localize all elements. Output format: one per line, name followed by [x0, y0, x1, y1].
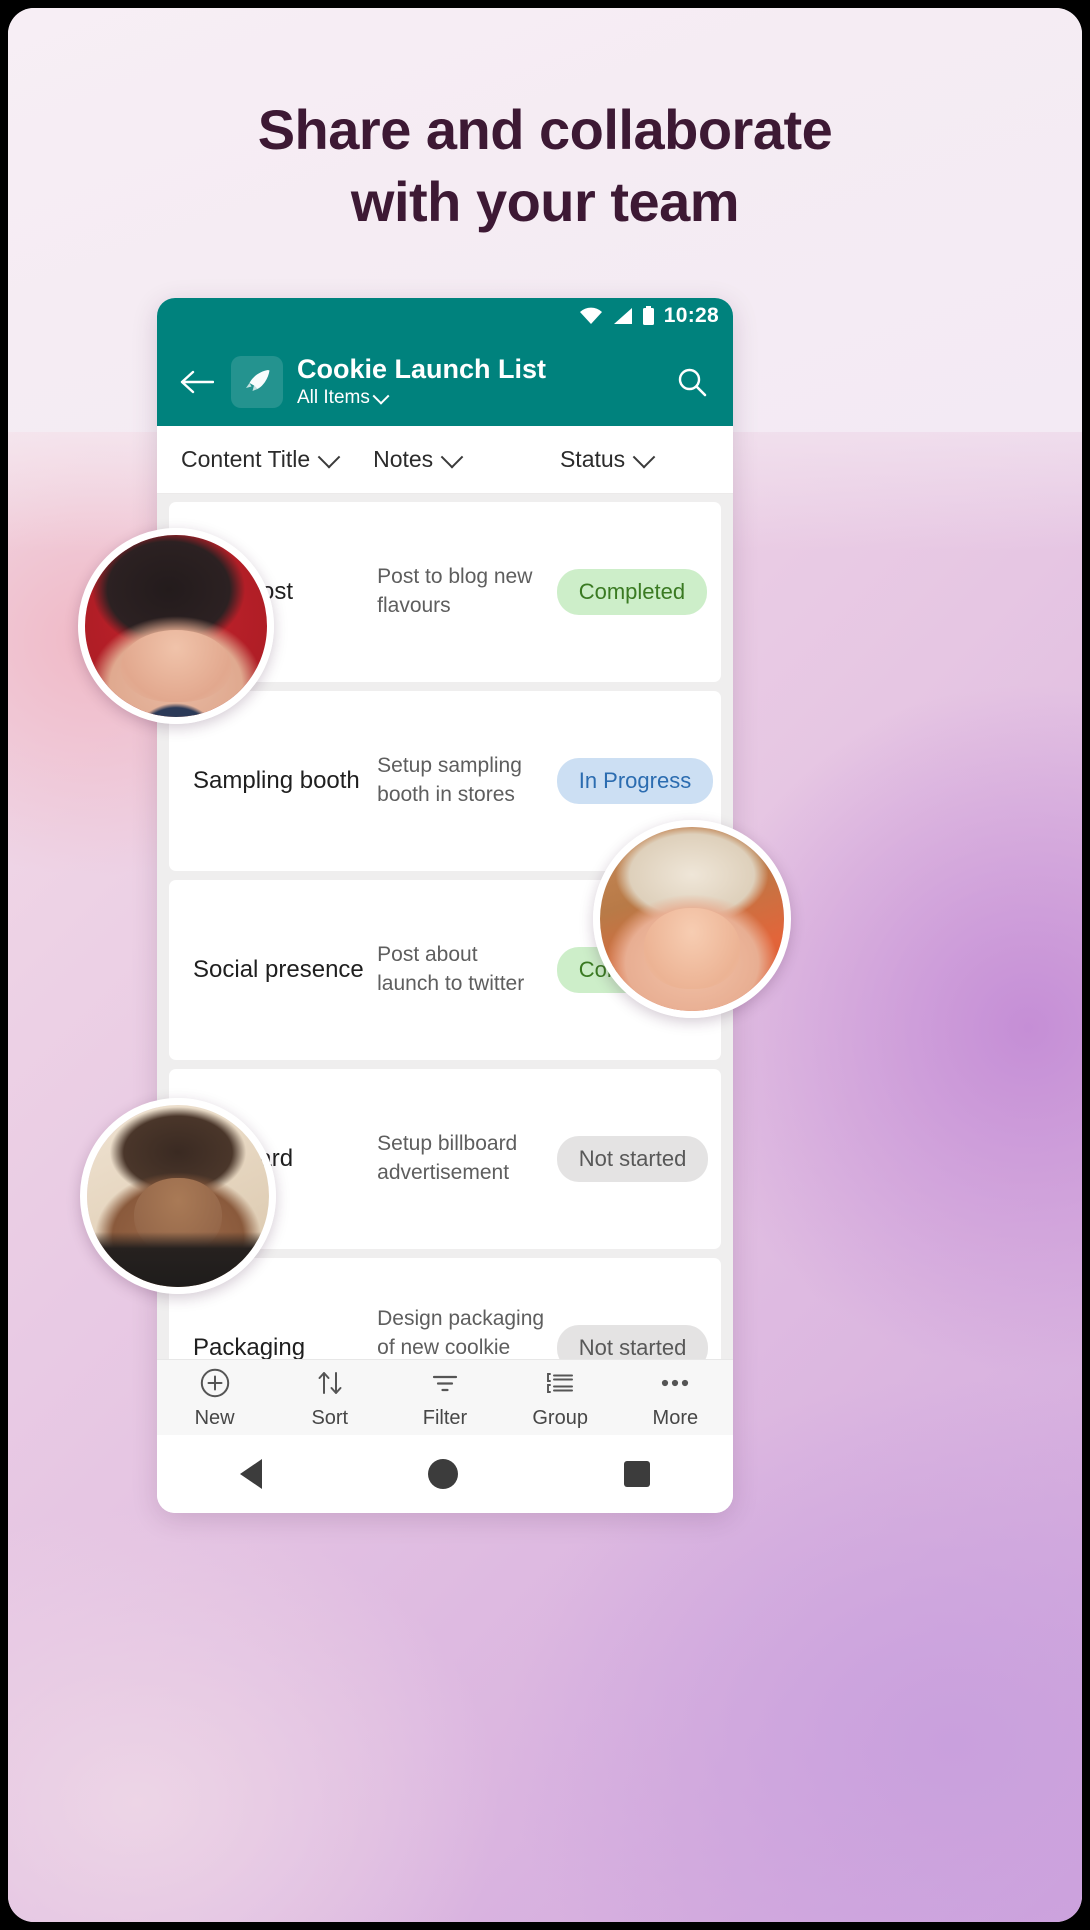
chevron-down-icon: [440, 445, 464, 468]
signal-icon: [612, 307, 633, 325]
cell-status: Not started: [556, 1136, 721, 1182]
status-bar: 10:28: [157, 298, 733, 334]
avatar-photo: [87, 1105, 269, 1287]
plus-circle-icon: [199, 1366, 231, 1400]
column-header-content-title[interactable]: Content Title: [181, 445, 373, 473]
wifi-icon: [579, 307, 603, 325]
status-badge: In Progress: [556, 758, 714, 804]
headline-line-2: with your team: [350, 169, 740, 233]
android-nav-bar: [157, 1435, 733, 1513]
avatar: [78, 528, 274, 724]
cell-status: Not started: [556, 1325, 721, 1359]
chevron-down-icon: [317, 445, 341, 468]
avatar-photo: [85, 535, 267, 717]
column-header-label: Notes: [373, 446, 434, 472]
filter-icon: [429, 1366, 461, 1400]
toolbar-label: Group: [532, 1406, 588, 1429]
cell-notes: Setup billboard advertisement: [377, 1132, 518, 1184]
app-store-screenshot: Share and collaborate with your team 10:…: [0, 0, 1090, 1930]
cell-status: In Progress: [556, 758, 721, 804]
column-header-status[interactable]: Status: [559, 445, 733, 473]
ellipsis-icon: [658, 1366, 692, 1400]
app-bar: 10:28 Cookie Launch List All Items: [157, 298, 733, 426]
chevron-down-icon: [372, 387, 390, 405]
rocket-icon: [231, 356, 283, 408]
back-arrow-icon[interactable]: [175, 360, 219, 404]
avatar: [593, 820, 791, 1018]
app-bar-row: Cookie Launch List All Items: [157, 338, 733, 426]
search-icon[interactable]: [669, 359, 715, 405]
toolbar-button-group[interactable]: Group: [503, 1366, 618, 1430]
page-title: Share and collaborate with your team: [8, 94, 1082, 237]
recents-square-icon[interactable]: [624, 1461, 650, 1487]
toolbar-button-filter[interactable]: Filter: [387, 1366, 502, 1430]
home-circle-icon[interactable]: [428, 1459, 458, 1489]
table-column-headers: Content Title Notes Status: [157, 426, 733, 494]
toolbar-label: New: [194, 1406, 235, 1429]
app-title-block: Cookie Launch List All Items: [297, 354, 669, 410]
headline-line-1: Share and collaborate: [257, 98, 833, 161]
cell-content-title: Packaging: [193, 1334, 306, 1359]
view-selector-label: All Items: [297, 387, 370, 409]
status-badge: Not started: [556, 1325, 709, 1359]
chevron-down-icon: [632, 445, 656, 468]
bottom-toolbar: New Sort Filter Group More: [157, 1359, 733, 1435]
toolbar-button-sort[interactable]: Sort: [272, 1366, 387, 1430]
toolbar-button-new[interactable]: New: [157, 1366, 272, 1430]
column-header-label: Content Title: [181, 446, 311, 472]
cell-notes: Post about launch to twitter: [377, 943, 525, 995]
group-list-icon: [544, 1366, 576, 1400]
cell-status: Completed: [556, 569, 721, 615]
cell-content-title: Sampling booth: [193, 767, 360, 794]
toolbar-label: More: [652, 1406, 699, 1429]
cell-content-title: Social presence: [193, 956, 364, 983]
toolbar-label: Sort: [311, 1406, 349, 1429]
sort-arrows-icon: [314, 1366, 346, 1400]
toolbar-button-more[interactable]: More: [618, 1366, 733, 1430]
view-selector[interactable]: All Items: [297, 387, 669, 410]
toolbar-label: Filter: [422, 1406, 468, 1429]
column-header-label: Status: [559, 446, 626, 472]
cell-notes: Setup sampling booth in stores: [377, 754, 522, 806]
avatar-photo: [600, 827, 784, 1011]
app-title: Cookie Launch List: [297, 353, 547, 384]
column-header-notes[interactable]: Notes: [373, 445, 560, 473]
status-badge: Completed: [556, 569, 708, 615]
avatar: [80, 1098, 276, 1294]
back-triangle-icon[interactable]: [240, 1459, 262, 1489]
status-bar-time: 10:28: [663, 304, 719, 327]
battery-icon: [642, 306, 655, 326]
screenshot-canvas: Share and collaborate with your team 10:…: [8, 8, 1082, 1922]
cell-notes: Post to blog new flavours: [377, 565, 533, 617]
status-badge: Not started: [556, 1136, 709, 1182]
cell-notes: Design packaging of new coolkie line: [377, 1307, 545, 1359]
